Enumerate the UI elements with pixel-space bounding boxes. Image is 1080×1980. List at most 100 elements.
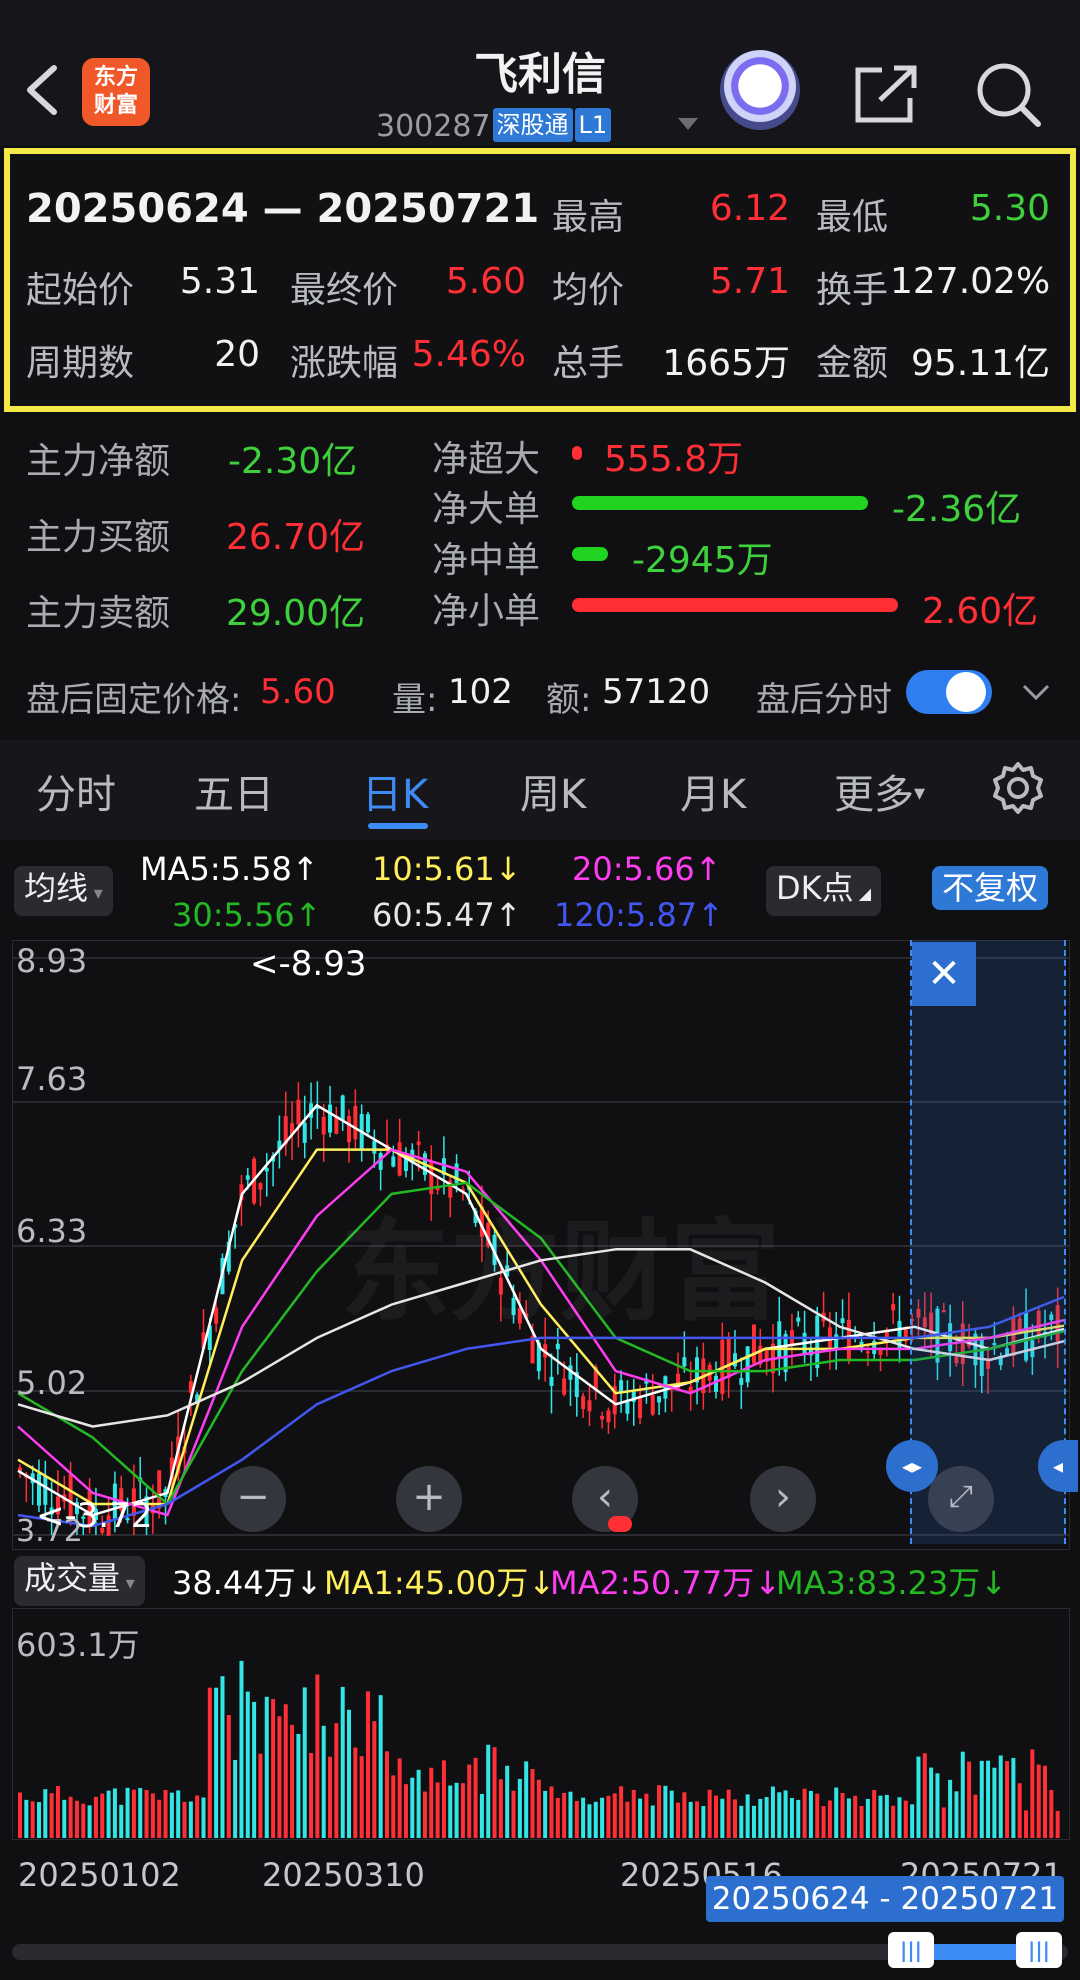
volume-bar <box>277 1716 282 1838</box>
candle-body <box>846 1319 851 1362</box>
max-price-marker: <-8.93 <box>250 944 367 984</box>
volume-bar <box>865 1798 870 1838</box>
volume-chart[interactable] <box>12 1608 1070 1840</box>
volume-bar <box>55 1786 60 1838</box>
volume-bar <box>764 1797 769 1838</box>
volume-bar <box>751 1805 756 1838</box>
volume-bar <box>157 1799 162 1838</box>
candle-body <box>416 1141 421 1145</box>
tab-more[interactable]: 更多▾ <box>834 762 925 820</box>
settings-gear-icon[interactable] <box>990 760 1046 816</box>
volume-bar <box>176 1790 181 1838</box>
volume-bar <box>454 1782 459 1838</box>
volume-bar <box>1011 1757 1016 1838</box>
volume-bar <box>802 1788 807 1838</box>
volume-bar <box>359 1756 364 1838</box>
candle-body <box>296 1099 301 1125</box>
volume-bar <box>74 1800 79 1838</box>
chevron-down-icon[interactable] <box>678 118 698 130</box>
tab-intraday[interactable]: 分时 <box>36 762 116 820</box>
zoom-out-icon[interactable]: − <box>220 1466 286 1532</box>
flow-value-medium: -2945万 <box>632 540 773 581</box>
volume-bar <box>296 1734 301 1838</box>
volume-bar <box>517 1778 522 1838</box>
volume-selector[interactable]: 成交量 ▾ <box>14 1556 145 1606</box>
volume-bar <box>834 1787 839 1838</box>
back-arrow-icon[interactable] <box>22 62 62 118</box>
volume-bar <box>973 1794 978 1838</box>
ma-selector[interactable]: 均线 ▾ <box>14 866 113 916</box>
volume-bar <box>498 1779 503 1838</box>
volume-bar <box>271 1699 276 1838</box>
periods-value: 20 <box>214 334 260 375</box>
robot-assistant-icon[interactable] <box>720 50 800 130</box>
volume-bar <box>954 1791 959 1838</box>
pan-right-icon[interactable]: › <box>750 1466 816 1532</box>
volume-bar <box>309 1752 314 1838</box>
volume-bar <box>182 1801 187 1838</box>
chevron-down-icon[interactable] <box>1020 682 1052 704</box>
turnover-value: 127.02% <box>890 261 1051 302</box>
volume-bar <box>144 1789 149 1838</box>
volume-bar <box>119 1804 124 1838</box>
volume-bar <box>701 1806 706 1838</box>
volume-current: 38.44万↓ <box>172 1564 323 1602</box>
volume-bar <box>878 1795 883 1838</box>
volume-ma2: MA2:50.77万↓ <box>550 1564 782 1602</box>
volume-bar <box>486 1744 491 1838</box>
fullscreen-icon[interactable]: ⤢ <box>928 1466 994 1532</box>
volume-bar <box>1017 1783 1022 1838</box>
search-icon[interactable] <box>974 60 1042 128</box>
volume-label: 总手 <box>552 343 625 384</box>
ma120-value: 120:5.87↑ <box>554 896 724 934</box>
active-tab-indicator <box>368 823 428 829</box>
candle-body <box>657 1396 662 1403</box>
volume-bar <box>233 1759 238 1838</box>
ma5-value: MA5:5.58↑ <box>140 850 319 888</box>
volume-bar <box>562 1792 567 1838</box>
volume-bar <box>910 1804 915 1838</box>
candle-body <box>606 1410 611 1423</box>
volume-bar <box>214 1687 219 1838</box>
tab-weekly-k[interactable]: 周K <box>520 762 586 820</box>
scroll-handle-right[interactable]: ||| <box>1016 1932 1062 1968</box>
volume-bar <box>644 1793 649 1838</box>
volume-bar <box>967 1761 972 1838</box>
high-label: 最高 <box>552 197 625 238</box>
flow-value-superlarge: 555.8万 <box>604 439 744 480</box>
dk-point-button[interactable]: DK点 ◢ <box>766 866 882 916</box>
volume-bar <box>125 1787 130 1838</box>
share-icon[interactable] <box>852 62 922 126</box>
volume-bar <box>366 1691 370 1838</box>
high-value: 6.12 <box>709 188 790 229</box>
volume-bar <box>239 1660 244 1838</box>
flow-label-large: 净大单 <box>432 489 541 530</box>
volume-bar <box>106 1790 111 1838</box>
volume-bar <box>49 1793 54 1838</box>
volume-ma3: MA3:83.23万↓ <box>776 1564 1008 1602</box>
volume-bar <box>340 1686 345 1838</box>
volume-bar <box>543 1790 548 1838</box>
no-adjust-button[interactable]: 不复权 <box>932 866 1049 910</box>
volume-bar <box>1036 1764 1041 1838</box>
candle-body <box>865 1351 870 1354</box>
tab-daily-k[interactable]: 日K <box>362 762 428 820</box>
close-icon[interactable]: ✕ <box>912 942 976 1006</box>
ma30-value: 30:5.56↑ <box>172 896 322 934</box>
tab-five-day[interactable]: 五日 <box>194 762 274 820</box>
volume-bar <box>473 1757 478 1838</box>
tab-monthly-k[interactable]: 月K <box>680 762 746 820</box>
after-hours-amt: 57120 <box>602 672 711 712</box>
periods-label: 周期数 <box>26 343 135 384</box>
sell-main-label: 主力卖额 <box>26 593 171 634</box>
scroll-handle-left[interactable]: ||| <box>888 1932 934 1968</box>
buy-main-label: 主力买额 <box>26 517 171 558</box>
volume-bar <box>467 1764 472 1838</box>
volume-bar <box>347 1709 352 1838</box>
volume-bar <box>619 1786 624 1838</box>
volume-bar <box>397 1758 402 1838</box>
zoom-in-icon[interactable]: + <box>396 1466 462 1532</box>
candle-body <box>587 1400 592 1412</box>
volume-bar <box>68 1796 73 1838</box>
volume-bar <box>815 1793 820 1838</box>
